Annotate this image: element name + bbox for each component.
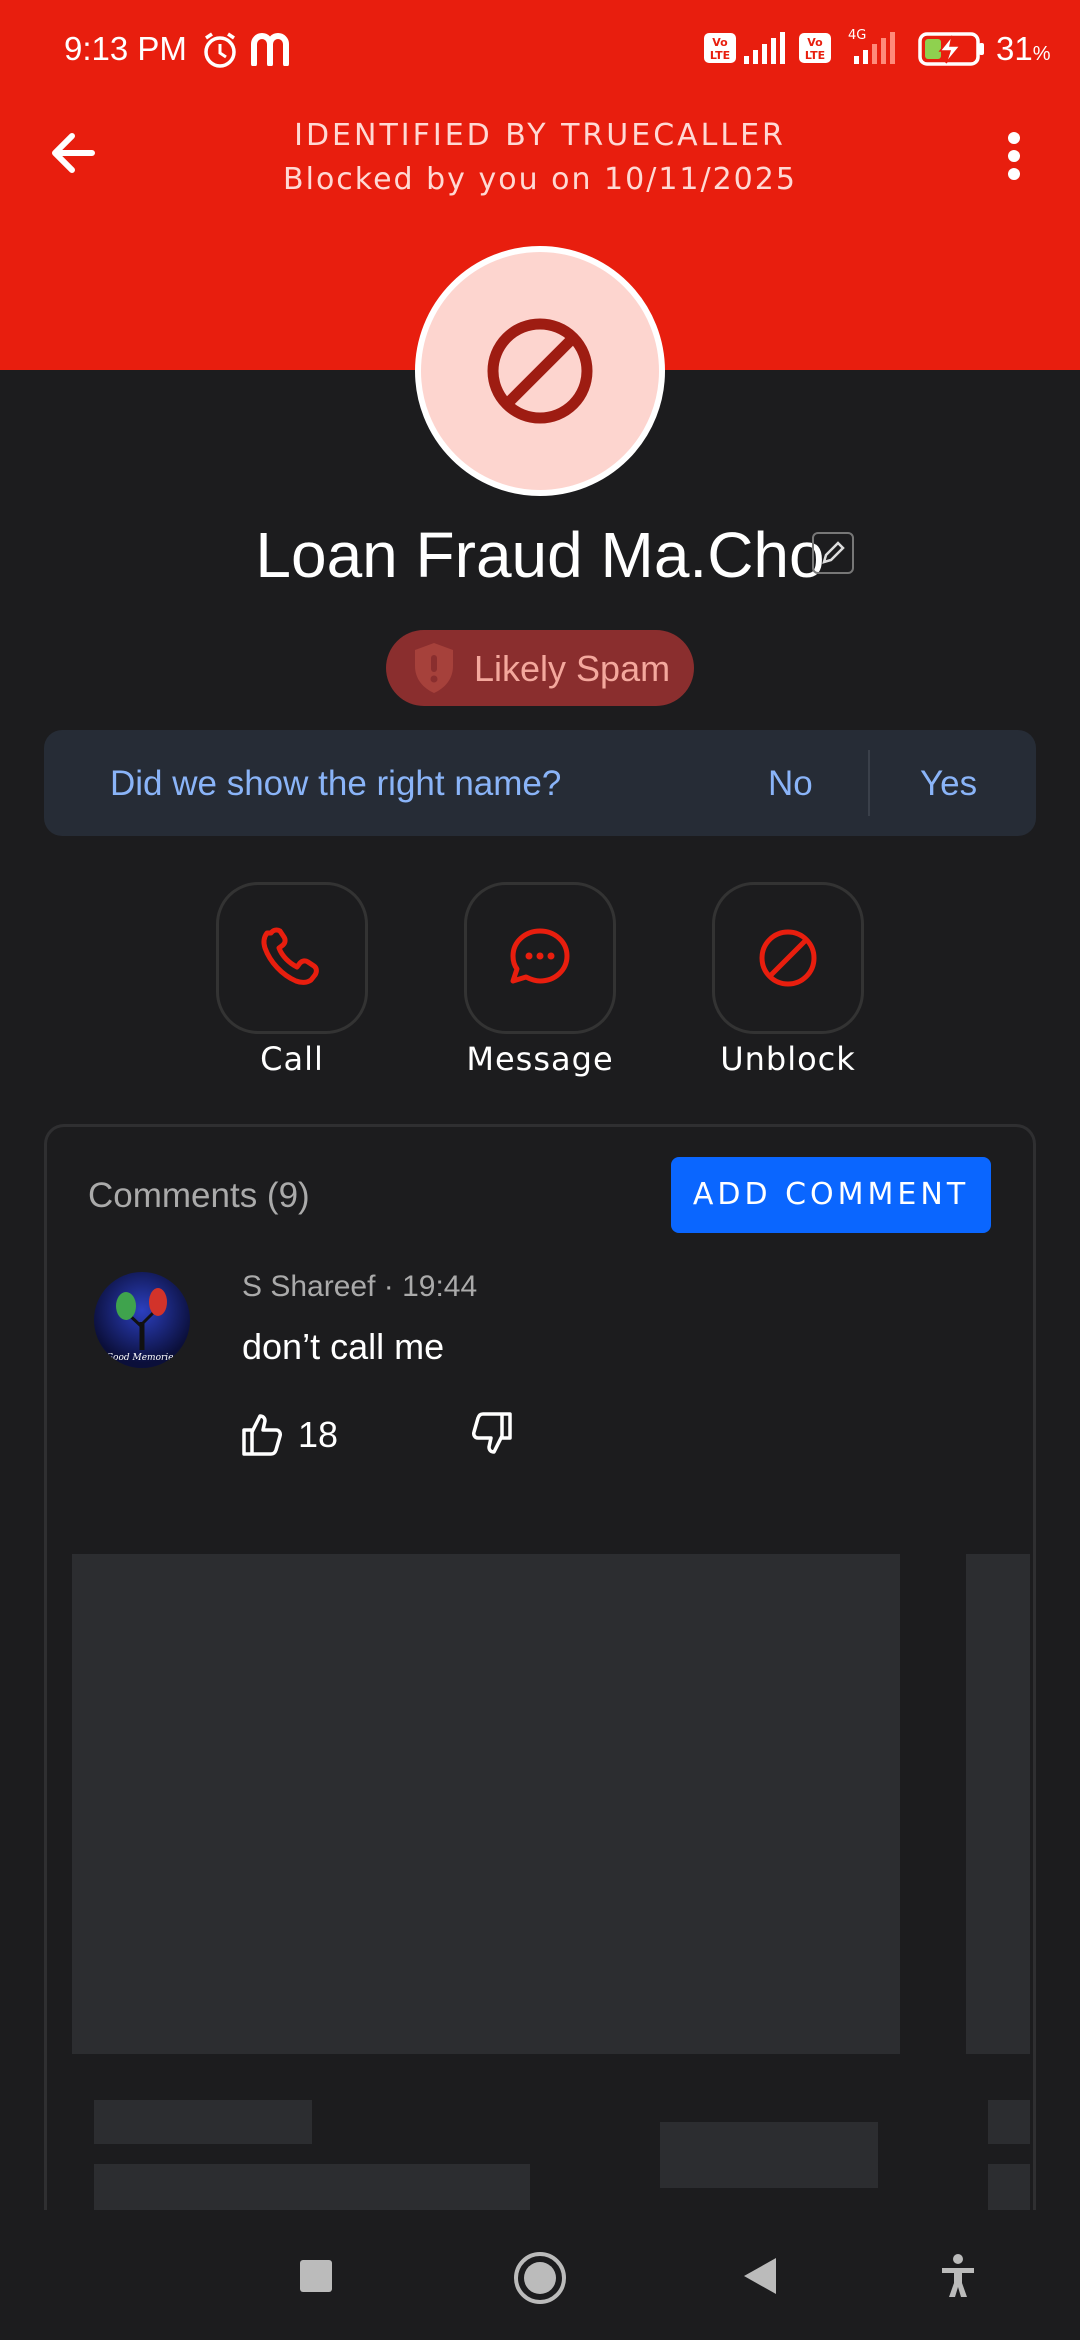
back-triangle-icon[interactable]: [740, 2254, 780, 2298]
status-time: 9:13 PM: [64, 30, 187, 67]
comment-author-time: S Shareef · 19:44: [242, 1270, 478, 1303]
unblock-button[interactable]: [712, 882, 864, 1034]
loading-placeholder: [988, 2100, 1030, 2144]
name-feedback-yes-button[interactable]: Yes: [920, 764, 977, 804]
app-m-icon: [251, 33, 289, 66]
home-circle-icon[interactable]: [512, 2250, 568, 2306]
recents-square-icon[interactable]: [296, 2256, 336, 2296]
contact-name: Loan Fraud Ma.Cho: [255, 519, 825, 591]
loading-placeholder: [966, 1554, 1030, 2054]
loading-placeholder: [94, 2164, 530, 2210]
volte-icon: Vo LTE: [704, 33, 736, 63]
loading-placeholder: [660, 2122, 878, 2188]
volte-icon-2: Vo LTE: [799, 33, 831, 63]
pencil-icon: [822, 541, 845, 564]
alarm-icon: [204, 32, 236, 68]
signal-icon: [744, 32, 785, 64]
name-feedback-no-button[interactable]: No: [768, 764, 813, 804]
name-feedback-question: Did we show the right name?: [110, 764, 562, 803]
header-title: IDENTIFIED BY TRUECALLER: [294, 118, 786, 153]
svg-text:Vo: Vo: [807, 36, 823, 49]
svg-text:LTE: LTE: [710, 49, 730, 62]
commenter-avatar[interactable]: Good Memories: [94, 1272, 190, 1368]
message-button[interactable]: [464, 882, 616, 1034]
unblock-label: Unblock: [720, 1040, 856, 1078]
svg-text:Vo: Vo: [712, 36, 728, 49]
battery-percentage: 31%: [996, 30, 1051, 67]
spam-badge-label: Likely Spam: [474, 648, 671, 689]
svg-text:LTE: LTE: [805, 49, 825, 62]
comment-text: don’t call me: [242, 1326, 445, 1367]
shield-alert-icon: [415, 643, 453, 693]
tree-avatar-image: Good Memories: [106, 1288, 179, 1363]
block-icon: [759, 929, 817, 987]
message-label: Message: [466, 1040, 614, 1078]
system-navigation-bar: [0, 2210, 1080, 2340]
loading-placeholder: [988, 2164, 1030, 2210]
message-icon: [510, 928, 570, 984]
blocked-icon: [487, 318, 593, 424]
header-subtitle: Blocked by you on 10/11/2025: [283, 162, 797, 197]
call-label: Call: [260, 1040, 324, 1078]
battery-charging-icon: [918, 32, 984, 66]
contact-avatar: [415, 246, 665, 496]
more-options-icon[interactable]: [990, 118, 1040, 188]
call-button[interactable]: [216, 882, 368, 1034]
thumbs-down-icon[interactable]: [466, 1410, 514, 1458]
thumbs-up-icon[interactable]: [240, 1410, 288, 1458]
accessibility-icon[interactable]: [938, 2252, 978, 2300]
loading-placeholder: [72, 1554, 900, 2054]
like-count: 18: [298, 1414, 339, 1455]
comments-title: Comments (9): [88, 1176, 310, 1215]
name-feedback-divider: [868, 750, 870, 816]
phone-icon: [261, 927, 319, 985]
loading-placeholder: [94, 2100, 312, 2144]
battery-unit: %: [1032, 43, 1051, 65]
add-comment-button[interactable]: ADD COMMENT: [671, 1157, 991, 1233]
signal-4g-icon: [854, 32, 895, 64]
edit-name-button[interactable]: [812, 532, 854, 574]
